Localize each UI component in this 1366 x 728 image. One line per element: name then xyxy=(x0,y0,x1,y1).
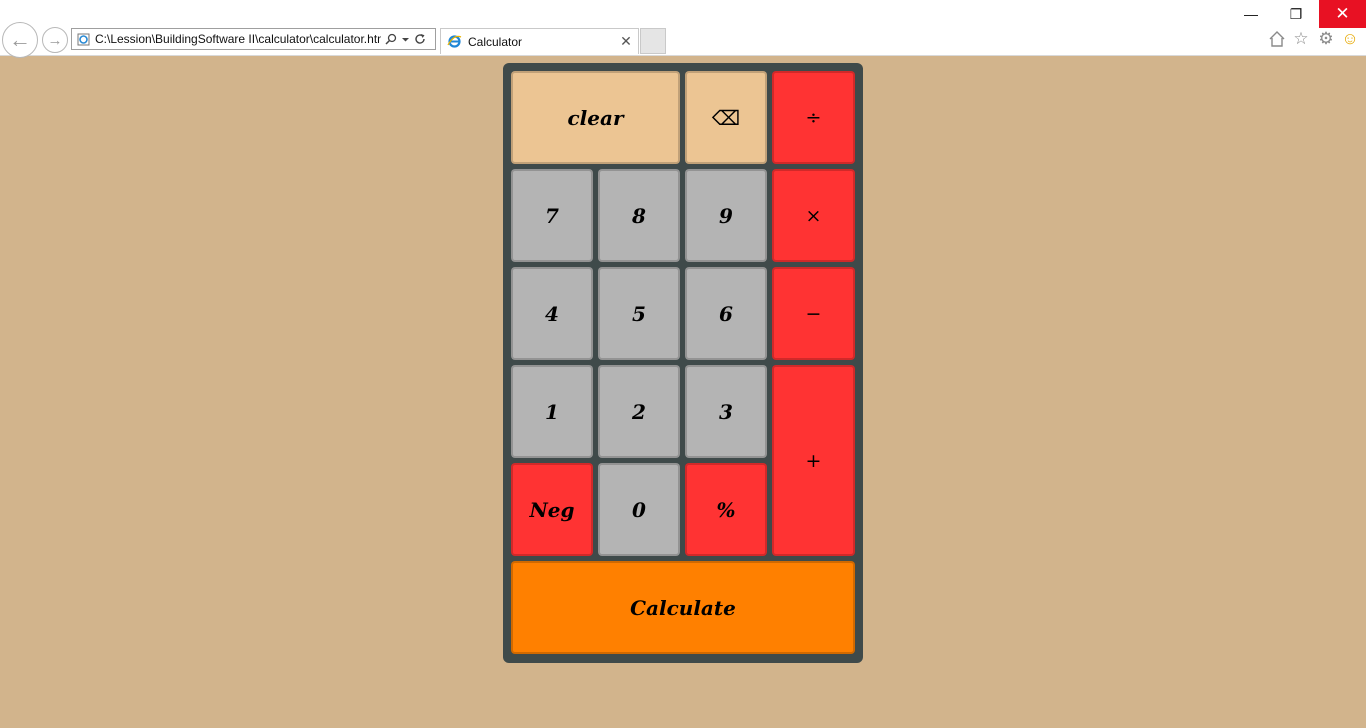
star-icon[interactable]: ☆ xyxy=(1291,29,1311,49)
search-icon[interactable] xyxy=(385,33,397,45)
divide-button[interactable]: ÷ xyxy=(772,71,855,164)
ie-logo-icon xyxy=(447,34,462,49)
six-button[interactable]: 6 xyxy=(685,267,767,360)
smiley-icon[interactable]: ☺ xyxy=(1340,29,1360,49)
close-icon[interactable]: ✕ xyxy=(617,33,635,50)
back-button[interactable]: ← xyxy=(2,22,38,58)
calculate-button[interactable]: Calculate xyxy=(511,561,855,654)
nine-button[interactable]: 9 xyxy=(685,169,767,262)
zero-button[interactable]: 0 xyxy=(598,463,680,556)
subtract-button[interactable]: − xyxy=(772,267,855,360)
refresh-icon[interactable] xyxy=(414,33,426,45)
tab-calculator[interactable]: Calculator ✕ xyxy=(440,28,639,54)
negate-button[interactable]: Neg xyxy=(511,463,593,556)
maximize-button[interactable]: ❐ xyxy=(1273,0,1319,28)
calculator-panel: clear ⌫ ÷ 7 8 9 × 4 5 6 − 1 2 3 + Neg 0 … xyxy=(503,63,863,663)
two-button[interactable]: 2 xyxy=(598,365,680,458)
seven-button[interactable]: 7 xyxy=(511,169,593,262)
forward-arrow-icon: → xyxy=(47,31,63,49)
four-button[interactable]: 4 xyxy=(511,267,593,360)
ie-page-icon xyxy=(77,33,90,46)
tab-title: Calculator xyxy=(468,34,523,49)
forward-button[interactable]: → xyxy=(42,27,68,53)
backspace-icon: ⌫ xyxy=(711,105,741,130)
minimize-button[interactable]: — xyxy=(1228,0,1274,28)
three-button[interactable]: 3 xyxy=(685,365,767,458)
five-button[interactable]: 5 xyxy=(598,267,680,360)
add-button[interactable]: + xyxy=(772,365,855,556)
eight-button[interactable]: 8 xyxy=(598,169,680,262)
percent-button[interactable]: % xyxy=(685,463,767,556)
one-button[interactable]: 1 xyxy=(511,365,593,458)
browser-chrome: — ❐ ✕ ← → C:\Lession\BuildingSoftware II… xyxy=(0,0,1366,58)
home-icon[interactable] xyxy=(1267,29,1287,49)
clear-button[interactable]: clear xyxy=(511,71,680,164)
address-bar[interactable]: C:\Lession\BuildingSoftware II\calculato… xyxy=(71,28,436,50)
chevron-down-icon[interactable] xyxy=(401,35,410,44)
gear-icon[interactable]: ⚙ xyxy=(1316,29,1336,49)
back-arrow-icon: ← xyxy=(9,27,31,52)
multiply-button[interactable]: × xyxy=(772,169,855,262)
address-text[interactable]: C:\Lession\BuildingSoftware II\calculato… xyxy=(95,32,381,46)
close-window-button[interactable]: ✕ xyxy=(1319,0,1366,28)
backspace-button[interactable]: ⌫ xyxy=(685,71,767,164)
new-tab-button[interactable] xyxy=(640,28,666,54)
